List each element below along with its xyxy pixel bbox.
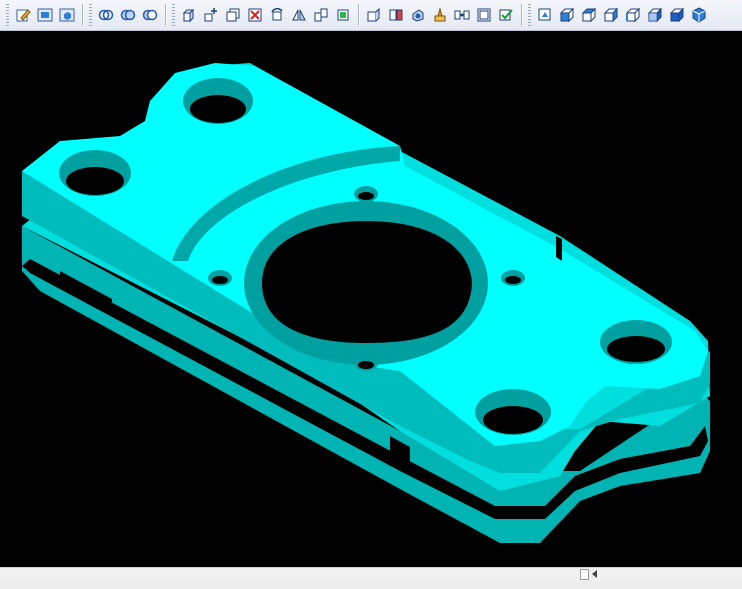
copy-solid-icon[interactable] [224, 5, 243, 25]
toolbar-grip[interactable] [172, 4, 175, 26]
3d-viewport[interactable] [0, 31, 742, 567]
edit-icon[interactable] [14, 5, 33, 25]
mirror-icon[interactable] [290, 5, 309, 25]
mount-hole [190, 95, 246, 123]
mount-hole [607, 336, 665, 362]
toolbar-grip[interactable] [6, 4, 9, 26]
view-bottom-icon[interactable] [668, 5, 687, 25]
toolbar-separator [358, 4, 359, 26]
scroll-thumb[interactable] [580, 569, 589, 580]
view-iso-icon[interactable] [690, 5, 709, 25]
screw-hole [505, 276, 521, 284]
scroll-left-arrow-icon[interactable] [592, 570, 597, 578]
rotate-icon[interactable] [268, 5, 287, 25]
move-icon[interactable] [202, 5, 221, 25]
view-front-icon[interactable] [558, 5, 577, 25]
notch [556, 236, 562, 261]
split-icon[interactable] [431, 5, 450, 25]
screw-hole [358, 192, 374, 200]
central-bore-hole [262, 221, 472, 343]
hollow-icon[interactable] [453, 5, 472, 25]
perspective-icon[interactable] [536, 5, 555, 25]
union-icon[interactable] [119, 5, 138, 25]
align-icon[interactable] [312, 5, 331, 25]
view-right-icon[interactable] [602, 5, 621, 25]
accept-icon[interactable] [475, 5, 494, 25]
paint-icon[interactable] [409, 5, 428, 25]
toolbar-separator [165, 4, 166, 26]
view-top-icon[interactable] [580, 5, 599, 25]
toolbar-grip[interactable] [528, 4, 531, 26]
horizontal-scrollbar[interactable] [0, 567, 742, 582]
fit-all-icon[interactable] [36, 5, 55, 25]
delete-solid-icon[interactable] [246, 5, 265, 25]
main-toolbar [0, 0, 742, 31]
status-bar [0, 581, 742, 589]
compare-icon[interactable] [365, 5, 384, 25]
toolbar-grip[interactable] [89, 4, 92, 26]
toolbar-separator [82, 4, 83, 26]
ok-icon[interactable] [497, 5, 516, 25]
model-render [22, 63, 710, 543]
intersect-icon[interactable] [97, 5, 116, 25]
view-back-icon[interactable] [646, 5, 665, 25]
box-icon[interactable] [180, 5, 199, 25]
view-box-icon[interactable] [58, 5, 77, 25]
screw-hole [212, 276, 228, 284]
subtract-icon[interactable] [141, 5, 160, 25]
view-left-icon[interactable] [624, 5, 643, 25]
section-icon[interactable] [334, 5, 353, 25]
shade-icon[interactable] [387, 5, 406, 25]
mount-hole [483, 406, 543, 434]
screw-hole [358, 361, 374, 369]
toolbar-separator [521, 4, 522, 26]
mount-hole [66, 167, 124, 195]
